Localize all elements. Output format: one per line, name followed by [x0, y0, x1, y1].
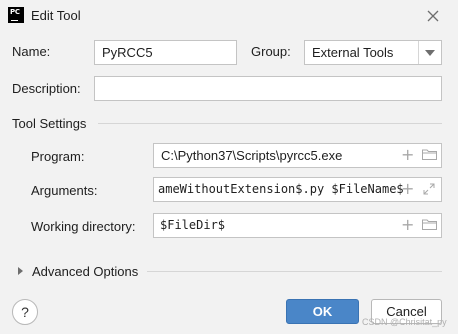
tool-settings-header: Tool Settings: [12, 116, 87, 131]
folder-icon[interactable]: [422, 219, 437, 230]
group-dropdown-button[interactable]: [418, 41, 441, 64]
pycharm-app-icon: PC: [8, 7, 24, 23]
description-input[interactable]: [94, 76, 442, 101]
expand-editor-icon[interactable]: [423, 183, 435, 195]
window-title: Edit Tool: [31, 8, 81, 23]
group-label: Group:: [251, 44, 291, 59]
working-directory-value: $FileDir$: [160, 218, 226, 232]
title-bar: PC Edit Tool: [0, 0, 458, 32]
program-label: Program:: [31, 149, 85, 164]
ok-button[interactable]: OK: [286, 299, 359, 324]
add-macro-icon[interactable]: +: [401, 181, 414, 197]
help-button[interactable]: ?: [12, 299, 38, 325]
arguments-value: ameWithoutExtension$.py $FileName$: [158, 182, 404, 196]
advanced-options-separator: [147, 271, 442, 272]
group-select-value: External Tools: [312, 45, 394, 60]
tool-settings-separator: [98, 123, 442, 124]
working-directory-input[interactable]: $FileDir$: [153, 213, 442, 238]
description-label: Description:: [12, 81, 81, 96]
close-icon[interactable]: [425, 8, 441, 24]
name-label: Name:: [12, 44, 51, 59]
help-icon: ?: [21, 304, 29, 320]
add-macro-icon[interactable]: +: [401, 217, 414, 233]
arguments-label: Arguments:: [31, 183, 98, 198]
working-directory-label: Working directory:: [31, 219, 136, 234]
advanced-options-toggle[interactable]: Advanced Options: [32, 264, 138, 279]
name-input[interactable]: PyRCC5: [94, 40, 237, 65]
group-select[interactable]: External Tools: [304, 40, 442, 65]
folder-icon[interactable]: [422, 149, 437, 160]
watermark: CSDN @Chrisitat_py: [362, 317, 447, 327]
program-input[interactable]: C:\Python37\Scripts\pyrcc5.exe: [153, 143, 442, 168]
program-value: C:\Python37\Scripts\pyrcc5.exe: [161, 148, 343, 163]
expand-icon[interactable]: [18, 267, 23, 275]
arguments-input[interactable]: ameWithoutExtension$.py $FileName$: [153, 177, 442, 202]
chevron-down-icon: [425, 50, 435, 56]
add-macro-icon[interactable]: +: [401, 147, 414, 163]
